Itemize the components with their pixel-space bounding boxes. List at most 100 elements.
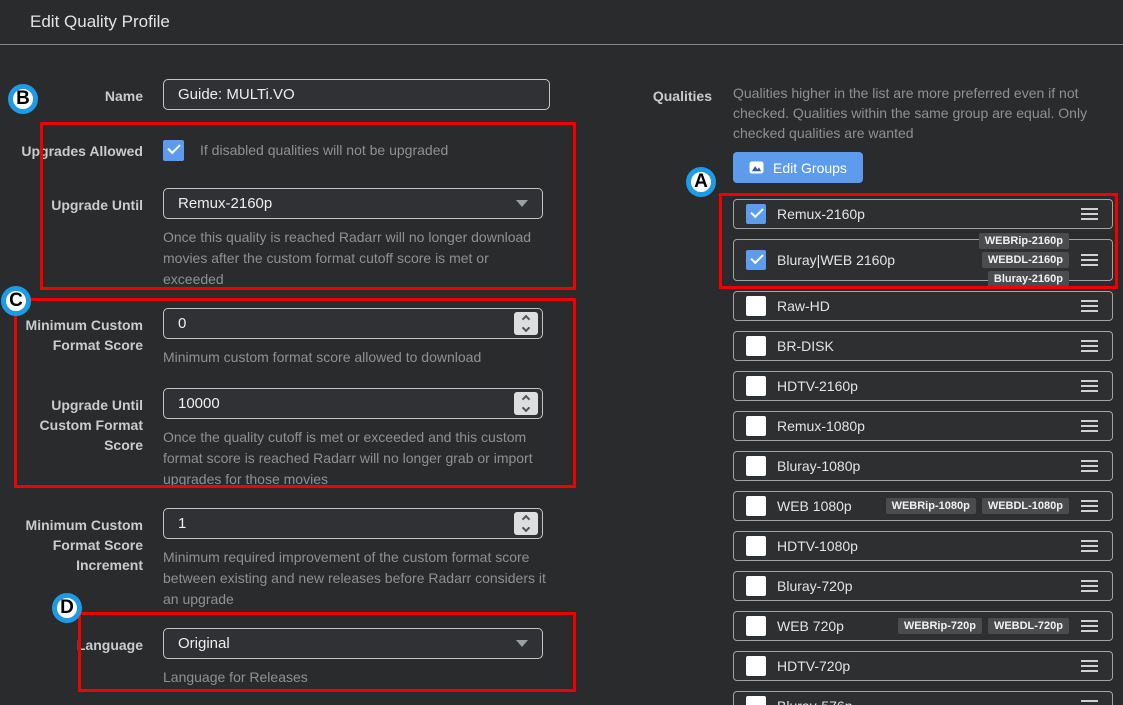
quality-item[interactable]: Remux-1080p <box>733 411 1113 441</box>
spinner-up-icon[interactable] <box>521 394 531 404</box>
quality-item[interactable]: HDTV-1080p <box>733 531 1113 561</box>
min-format-score-help: Minimum custom format score allowed to d… <box>163 349 482 365</box>
min-increment-form-group: Minimum Custom Format Score Increment 1 … <box>0 508 600 610</box>
language-select[interactable]: Original <box>163 628 543 659</box>
drag-handle-icon[interactable] <box>1081 540 1098 552</box>
quality-badge: Bluray-2160p <box>987 271 1069 287</box>
drag-handle-icon[interactable] <box>1081 380 1098 392</box>
spinner-up-icon[interactable] <box>521 314 531 324</box>
quality-name: Remux-1080p <box>777 418 865 434</box>
quality-badge: WEBRip-1080p <box>885 498 976 514</box>
quality-badge: WEBDL-1080p <box>981 498 1069 514</box>
min-format-score-label: Minimum Custom Format Score <box>25 317 143 353</box>
quality-checkbox[interactable] <box>746 576 766 596</box>
quality-checkbox[interactable] <box>746 536 766 556</box>
quality-checkbox[interactable] <box>746 616 766 636</box>
min-increment-input[interactable]: 1 <box>163 508 543 539</box>
quality-checkbox[interactable] <box>746 416 766 436</box>
edit-groups-label: Edit Groups <box>773 159 847 176</box>
edit-groups-button[interactable]: Edit Groups <box>733 152 863 183</box>
drag-handle-icon[interactable] <box>1081 208 1098 220</box>
quality-checkbox[interactable] <box>746 250 766 270</box>
number-spinner[interactable] <box>514 392 538 415</box>
quality-name: Bluray|WEB 2160p <box>777 252 896 268</box>
quality-name: HDTV-1080p <box>777 538 858 554</box>
language-value: Original <box>178 635 230 652</box>
quality-item[interactable]: WEB 720p WEBRip-720p WEBDL-720p <box>733 611 1113 641</box>
quality-checkbox[interactable] <box>746 336 766 356</box>
name-input[interactable] <box>163 79 550 110</box>
quality-checkbox[interactable] <box>746 296 766 316</box>
quality-checkbox[interactable] <box>746 656 766 676</box>
quality-name: Bluray-1080p <box>777 458 861 474</box>
quality-item[interactable]: Bluray-720p <box>733 571 1113 601</box>
upgrade-until-help: Once this quality is reached Radarr will… <box>163 229 532 287</box>
drag-handle-icon[interactable] <box>1081 254 1098 266</box>
quality-list: Remux-2160p Bluray|WEB 2160p WEBRip-2160… <box>733 199 1113 705</box>
chevron-down-icon <box>516 640 528 647</box>
upgrade-until-score-help: Once the quality cutoff is met or exceed… <box>163 429 533 487</box>
min-format-score-value: 0 <box>178 315 187 332</box>
drag-handle-icon[interactable] <box>1081 700 1098 705</box>
quality-item[interactable]: Raw-HD <box>733 291 1113 321</box>
quality-badge: WEBDL-2160p <box>981 252 1069 268</box>
upgrade-until-select[interactable]: Remux-2160p <box>163 188 543 219</box>
upgrade-until-form-group: Upgrade Until Remux-2160p Once this qual… <box>0 188 600 290</box>
quality-item[interactable]: BR-DISK <box>733 331 1113 361</box>
quality-badges: WEBRip-1080p WEBDL-1080p <box>885 498 1069 514</box>
quality-name: Bluray-720p <box>777 578 853 594</box>
drag-handle-icon[interactable] <box>1081 580 1098 592</box>
edit-quality-profile-dialog: Edit Quality Profile Name Upgrades Allow… <box>0 0 1123 705</box>
spinner-down-icon[interactable] <box>521 403 531 413</box>
upgrades-allowed-form-group: Upgrades Allowed If disabled qualities w… <box>0 139 600 161</box>
annotation-letter-a: A <box>686 167 716 197</box>
quality-badge: WEBRip-2160p <box>978 233 1069 249</box>
dialog-title: Edit Quality Profile <box>30 12 170 31</box>
quality-badge: WEBDL-720p <box>987 618 1069 634</box>
drag-handle-icon[interactable] <box>1081 300 1098 312</box>
quality-item[interactable]: Bluray|WEB 2160p WEBRip-2160p WEBDL-2160p… <box>733 233 1113 287</box>
upgrade-until-score-input[interactable]: 10000 <box>163 388 543 419</box>
name-form-group: Name <box>0 79 600 110</box>
quality-item[interactable]: WEB 1080p WEBRip-1080p WEBDL-1080p <box>733 491 1113 521</box>
quality-badges: WEBRip-720p WEBDL-720p <box>897 618 1069 634</box>
quality-checkbox[interactable] <box>746 696 766 705</box>
drag-handle-icon[interactable] <box>1081 460 1098 472</box>
drag-handle-icon[interactable] <box>1081 620 1098 632</box>
quality-name: Bluray-576p <box>777 698 853 705</box>
spinner-up-icon[interactable] <box>521 514 531 524</box>
language-label: Language <box>76 637 143 653</box>
annotation-letter-c: C <box>1 286 31 316</box>
quality-name: HDTV-2160p <box>777 378 858 394</box>
drag-handle-icon[interactable] <box>1081 340 1098 352</box>
upgrades-allowed-checkbox[interactable] <box>163 139 184 161</box>
upgrade-until-score-label: Upgrade Until Custom Format Score <box>39 397 143 453</box>
quality-name: Remux-2160p <box>777 206 865 222</box>
upgrade-until-label: Upgrade Until <box>51 197 143 213</box>
spinner-down-icon[interactable] <box>521 323 531 333</box>
number-spinner[interactable] <box>514 512 538 535</box>
chevron-down-icon <box>516 200 528 207</box>
min-format-score-input[interactable]: 0 <box>163 308 543 339</box>
quality-item[interactable]: Bluray-1080p <box>733 451 1113 481</box>
number-spinner[interactable] <box>514 312 538 335</box>
group-image-icon <box>749 161 764 174</box>
quality-item[interactable]: HDTV-2160p <box>733 371 1113 401</box>
quality-item[interactable]: Bluray-576p <box>733 691 1113 705</box>
annotation-letter-b: B <box>8 84 38 114</box>
qualities-label: Qualities <box>652 88 712 104</box>
spinner-down-icon[interactable] <box>521 523 531 533</box>
min-increment-label: Minimum Custom Format Score Increment <box>25 517 143 573</box>
quality-checkbox[interactable] <box>746 456 766 476</box>
min-increment-value: 1 <box>178 515 187 532</box>
quality-item[interactable]: HDTV-720p <box>733 651 1113 681</box>
quality-checkbox[interactable] <box>746 496 766 516</box>
upgrades-allowed-help: If disabled qualities will not be upgrad… <box>200 142 449 158</box>
drag-handle-icon[interactable] <box>1081 500 1098 512</box>
quality-item[interactable]: Remux-2160p <box>733 199 1113 229</box>
drag-handle-icon[interactable] <box>1081 660 1098 672</box>
quality-checkbox[interactable] <box>746 204 766 224</box>
drag-handle-icon[interactable] <box>1081 420 1098 432</box>
quality-checkbox[interactable] <box>746 376 766 396</box>
quality-name: BR-DISK <box>777 338 834 354</box>
